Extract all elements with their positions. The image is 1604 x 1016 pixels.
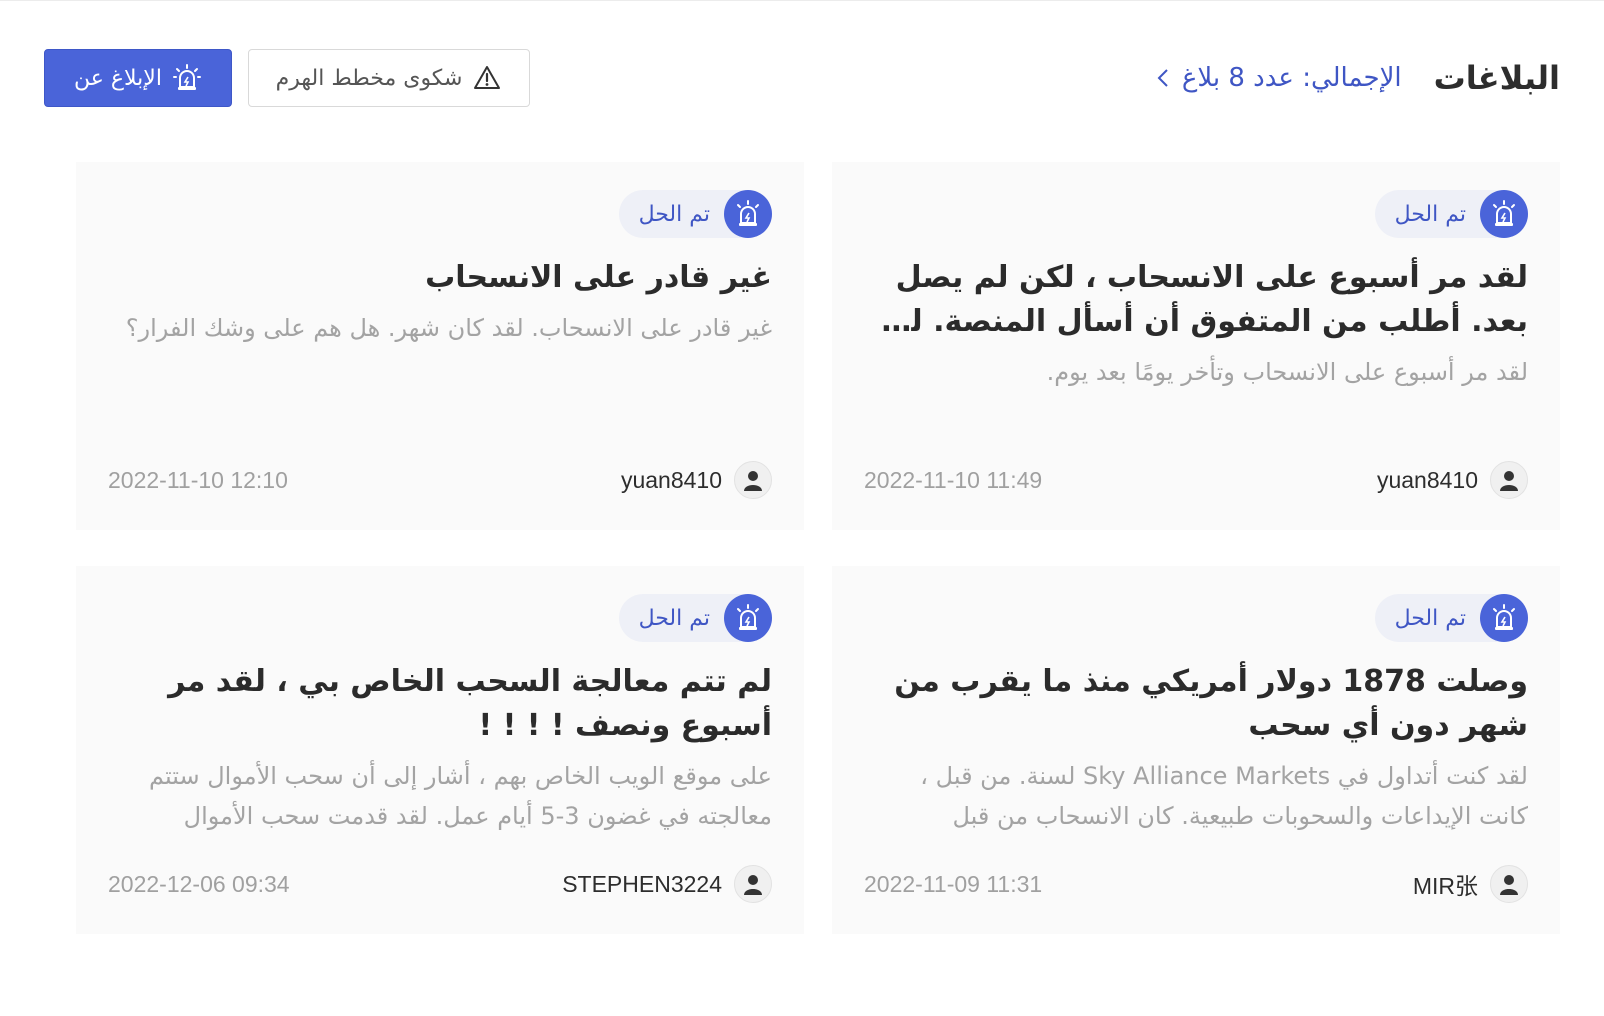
complaint-footer: STEPHEN3224 2022-12-06 09:34: [108, 864, 772, 904]
page-header: البلاغات الإجمالي: عدد 8 بلاغ شكوى مخطط …: [44, 48, 1560, 108]
complaint-title: غير قادر على الانسحاب: [425, 260, 772, 295]
complaint-footer: yuan8410 2022-11-10 12:10: [108, 460, 772, 500]
status-badge: تم الحل: [1374, 594, 1528, 642]
status-text: تم الحل: [638, 605, 710, 631]
complaint-title: لقد مر أسبوع على الانسحاب ، لكن لم يصل ب…: [872, 260, 1529, 339]
alarm-siren-icon: [1480, 594, 1528, 642]
status-text: تم الحل: [638, 201, 710, 227]
username: STEPHEN3224: [562, 870, 722, 897]
complaint-footer: MIR张 2022-11-09 11:31: [864, 864, 1528, 904]
complaint-date: 2022-11-10 11:49: [864, 466, 1043, 493]
report-button[interactable]: الإبلاغ عن: [44, 49, 232, 107]
alarm-siren-icon: [724, 190, 772, 238]
complaint-body: لقد كنت أتداول في Sky Alliance Markets ل…: [920, 762, 1528, 830]
user-icon: [744, 471, 762, 491]
status-badge: تم الحل: [1374, 190, 1528, 238]
page-title: البلاغات: [1433, 59, 1560, 97]
complaint-title: وصلت 1878 دولار أمريكي منذ ما يقرب من شه…: [894, 664, 1528, 743]
report-button-label: الإبلاغ عن: [74, 65, 162, 91]
complaint-footer: yuan8410 2022-11-10 11:49: [864, 460, 1528, 500]
status-badge: تم الحل: [618, 190, 772, 238]
complaint-date: 2022-11-10 12:10: [108, 466, 288, 493]
complaint-card[interactable]: تم الحل لقد مر أسبوع على الانسحاب ، لكن …: [832, 162, 1560, 530]
alarm-siren-icon: [1480, 190, 1528, 238]
complaint-title: لم تتم معالجة السحب الخاص بي ، لقد مر أس…: [168, 664, 772, 743]
header-actions: شكوى مخطط الهرم الإبلاغ عن: [44, 49, 530, 107]
pyramid-complaint-button[interactable]: شكوى مخطط الهرم: [248, 49, 530, 107]
avatar: [1490, 865, 1528, 903]
warning-icon: [474, 66, 501, 89]
total-complaints-label: الإجمالي: عدد 8 بلاغ: [1181, 63, 1402, 93]
complaint-body: غير قادر على الانسحاب. لقد كان شهر. هل ه…: [125, 314, 772, 342]
chevron-left-icon: [1157, 69, 1168, 87]
status-badge: تم الحل: [618, 594, 772, 642]
complaint-body: على موقع الويب الخاص بهم ، أشار إلى أن س…: [149, 762, 772, 830]
complaint-card[interactable]: تم الحل وصلت 1878 دولار أمريكي منذ ما يق…: [832, 566, 1560, 934]
complaint-card[interactable]: تم الحل غير قادر على الانسحاب غير قادر ع…: [76, 162, 804, 530]
pyramid-complaint-label: شكوى مخطط الهرم: [275, 65, 463, 91]
user-icon: [744, 875, 762, 895]
username: MIR张: [1412, 873, 1478, 899]
alarm-siren-icon: [724, 594, 772, 642]
complaint-date: 2022-12-06 09:34: [108, 870, 290, 897]
total-complaints-link[interactable]: الإجمالي: عدد 8 بلاغ: [1154, 63, 1402, 93]
avatar: [734, 865, 772, 903]
username: yuan8410: [1376, 466, 1478, 493]
username: yuan8410: [620, 466, 722, 493]
complaint-date: 2022-11-09 11:31: [864, 870, 1043, 897]
status-text: تم الحل: [1394, 201, 1466, 227]
complaints-grid: تم الحل لقد مر أسبوع على الانسحاب ، لكن …: [44, 162, 1560, 934]
avatar: [1490, 461, 1528, 499]
alarm-siren-icon: [172, 64, 201, 90]
avatar: [734, 461, 772, 499]
user-icon: [1500, 875, 1518, 895]
status-text: تم الحل: [1394, 605, 1466, 631]
complaint-body: لقد مر أسبوع على الانسحاب وتأخر يومًا بع…: [1046, 358, 1528, 386]
complaint-card[interactable]: تم الحل لم تتم معالجة السحب الخاص بي ، ل…: [76, 566, 804, 934]
top-divider: [0, 0, 1604, 1]
user-icon: [1500, 471, 1518, 491]
